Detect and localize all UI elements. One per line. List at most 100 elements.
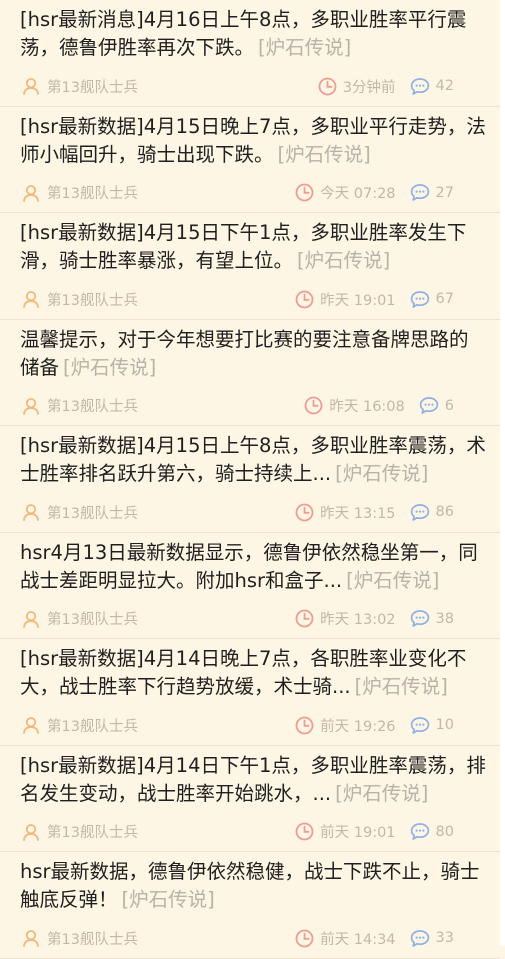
news-source-tag: [炉石传说] — [335, 462, 429, 485]
author-name: 第13舰队士兵 — [47, 825, 138, 841]
user-icon — [23, 504, 39, 521]
author[interactable]: 第13舰队士兵 — [22, 820, 138, 844]
post-time: 3分钟前 — [342, 79, 396, 96]
post-time: 前天 14:34 — [320, 931, 396, 948]
news-meta: 第13舰队士兵 昨天 19:01 67 — [22, 287, 454, 311]
clock-icon — [295, 503, 314, 521]
news-source-tag: [炉石传说] — [346, 568, 440, 592]
post-time: 昨天 16:08 — [329, 399, 405, 415]
comment-bubble-icon — [410, 503, 429, 521]
news-title: [hsr最新消息]4月16日上午8点，多职业胜率平行震荡，德鲁伊胜率再次下跌。[… — [20, 6, 486, 62]
comment-bubble-icon — [410, 290, 429, 308]
author[interactable]: 第13舰队士兵 — [22, 500, 138, 524]
news-title: [hsr最新数据]4月15日上午8点，多职业胜率震荡，术士胜率排名跃升第六，骑士… — [20, 432, 486, 488]
news-source-tag: [炉石传说] — [258, 36, 352, 59]
news-stats: 前天 19:01 80 — [295, 820, 454, 844]
news-item[interactable]: [hsr最新消息]4月16日上午8点，多职业胜率平行震荡，德鲁伊胜率再次下跌。[… — [0, 0, 500, 107]
news-stats: 前天 14:34 33 — [295, 926, 454, 950]
comment-bubble-icon — [410, 610, 429, 627]
comment-count: 42 — [435, 78, 454, 94]
clock-icon — [295, 716, 314, 734]
news-stats: 昨天 13:02 38 — [295, 607, 454, 631]
news-source-tag: [炉石传说] — [63, 355, 157, 379]
comment-count: 27 — [435, 184, 454, 201]
news-source-tag: [炉石传说] — [121, 888, 215, 911]
author-name: 第13舰队士兵 — [47, 931, 138, 948]
comment-bubble-icon — [410, 929, 429, 947]
clock-icon — [295, 929, 314, 947]
news-meta: 第13舰队士兵 昨天 13:15 86 — [22, 500, 454, 524]
author[interactable]: 第13舰队士兵 — [22, 287, 138, 311]
user-icon — [23, 823, 39, 841]
author-name: 第13舰队士兵 — [47, 505, 138, 522]
comment-count: 86 — [435, 504, 454, 520]
user-icon — [23, 930, 39, 947]
post-time: 昨天 13:02 — [320, 612, 396, 628]
news-source-tag: [炉石传说] — [354, 675, 448, 698]
author-name: 第13舰队士兵 — [47, 612, 138, 628]
user-icon — [23, 291, 39, 308]
news-item[interactable]: hsr最新数据，德鲁伊依然稳健，战士下跌不止，骑士触底反弹！ [炉石传说] 第13… — [0, 852, 500, 959]
clock-icon — [295, 609, 314, 628]
clock-icon — [295, 822, 314, 841]
news-meta: 第13舰队士兵 前天 19:26 10 — [22, 713, 454, 737]
comment-count: 33 — [435, 930, 454, 946]
news-source-tag: [炉石传说] — [277, 142, 371, 166]
author[interactable]: 第13舰队士兵 — [22, 713, 138, 737]
author-name: 第13舰队士兵 — [47, 186, 138, 202]
comment-bubble-icon — [419, 397, 439, 414]
user-icon — [23, 78, 39, 95]
comment-bubble-icon — [410, 184, 429, 201]
news-stats: 前天 19:26 10 — [295, 713, 454, 737]
author[interactable]: 第13舰队士兵 — [22, 394, 138, 418]
author[interactable]: 第13舰队士兵 — [22, 926, 138, 950]
news-item[interactable]: [hsr最新数据]4月15日下午1点，多职业胜率发生下滑，骑士胜率暴涨，有望上位… — [0, 213, 500, 320]
news-item[interactable]: hsr4月13日最新数据显示，德鲁伊依然稳坐第一，同战士差距明显拉大。附加hsr… — [0, 533, 500, 639]
clock-icon — [318, 77, 337, 95]
scrollbar[interactable] — [500, 0, 505, 946]
author[interactable]: 第13舰队士兵 — [22, 181, 138, 205]
user-icon — [23, 610, 39, 628]
author[interactable]: 第13舰队士兵 — [22, 74, 138, 98]
news-meta: 第13舰队士兵 3分钟前 42 — [22, 74, 454, 98]
news-item[interactable]: [hsr最新数据]4月14日晚上7点，各职胜率业变化不大，战士胜率下行趋势放缓，… — [0, 639, 500, 746]
author-name: 第13舰队士兵 — [47, 292, 138, 309]
comment-bubble-icon — [410, 716, 429, 734]
news-title-text: [hsr最新数据]4月15日下午1点，多职业胜率发生下滑，骑士胜率暴涨，有望上位… — [20, 221, 467, 272]
news-feed: [hsr最新消息]4月16日上午8点，多职业胜率平行震荡，德鲁伊胜率再次下跌。[… — [0, 0, 500, 959]
clock-icon — [295, 183, 314, 202]
news-title: [hsr最新数据]4月14日晚上7点，各职胜率业变化不大，战士胜率下行趋势放缓，… — [20, 645, 486, 701]
post-time: 前天 19:01 — [320, 825, 396, 841]
news-item[interactable]: [hsr最新数据]4月14日下午1点，多职业胜率震荡，排名发生变动，战士胜率开始… — [0, 746, 500, 852]
news-title: [hsr最新数据]4月14日下午1点，多职业胜率震荡，排名发生变动，战士胜率开始… — [20, 752, 486, 808]
news-item[interactable]: [hsr最新数据]4月15日晚上7点，多职业平行走势，法师小幅回升，骑士出现下跌… — [0, 107, 500, 213]
news-stats: 昨天 19:01 67 — [295, 287, 454, 311]
author-name: 第13舰队士兵 — [47, 399, 138, 415]
post-time: 昨天 19:01 — [320, 292, 396, 309]
post-time: 昨天 13:15 — [320, 505, 396, 522]
news-item[interactable]: 温馨提示，对于今年想要打比赛的要注意备牌思路的储备 [炉石传说] 第13舰队士兵 … — [0, 320, 500, 426]
user-icon — [23, 717, 39, 734]
comment-count: 67 — [435, 291, 454, 307]
news-meta: 第13舰队士兵 昨天 13:02 38 — [22, 607, 454, 631]
news-source-tag: [炉石传说] — [335, 781, 429, 805]
news-title: 温馨提示，对于今年想要打比赛的要注意备牌思路的储备 [炉石传说] — [20, 326, 486, 382]
author-name: 第13舰队士兵 — [47, 718, 138, 735]
clock-icon — [295, 290, 314, 308]
news-source-tag: [炉石传说] — [297, 249, 391, 272]
clock-icon — [304, 396, 323, 415]
news-title: hsr4月13日最新数据显示，德鲁伊依然稳坐第一，同战士差距明显拉大。附加hsr… — [20, 539, 486, 595]
comment-bubble-icon — [410, 823, 429, 840]
news-meta: 第13舰队士兵 昨天 16:08 6 — [22, 394, 454, 418]
comment-count: 38 — [435, 610, 454, 627]
news-title: hsr最新数据，德鲁伊依然稳健，战士下跌不止，骑士触底反弹！ [炉石传说] — [20, 858, 486, 914]
news-stats: 今天 07:28 27 — [295, 181, 454, 205]
news-item[interactable]: [hsr最新数据]4月15日上午8点，多职业胜率震荡，术士胜率排名跃升第六，骑士… — [0, 426, 500, 533]
comment-bubble-icon — [410, 77, 429, 95]
author[interactable]: 第13舰队士兵 — [22, 607, 138, 631]
post-time: 前天 19:26 — [320, 718, 396, 735]
news-title: [hsr最新数据]4月15日晚上7点，多职业平行走势，法师小幅回升，骑士出现下跌… — [20, 113, 486, 169]
news-meta: 第13舰队士兵 前天 19:01 80 — [22, 820, 454, 844]
user-icon — [23, 397, 39, 415]
news-meta: 第13舰队士兵 今天 07:28 27 — [22, 181, 454, 205]
